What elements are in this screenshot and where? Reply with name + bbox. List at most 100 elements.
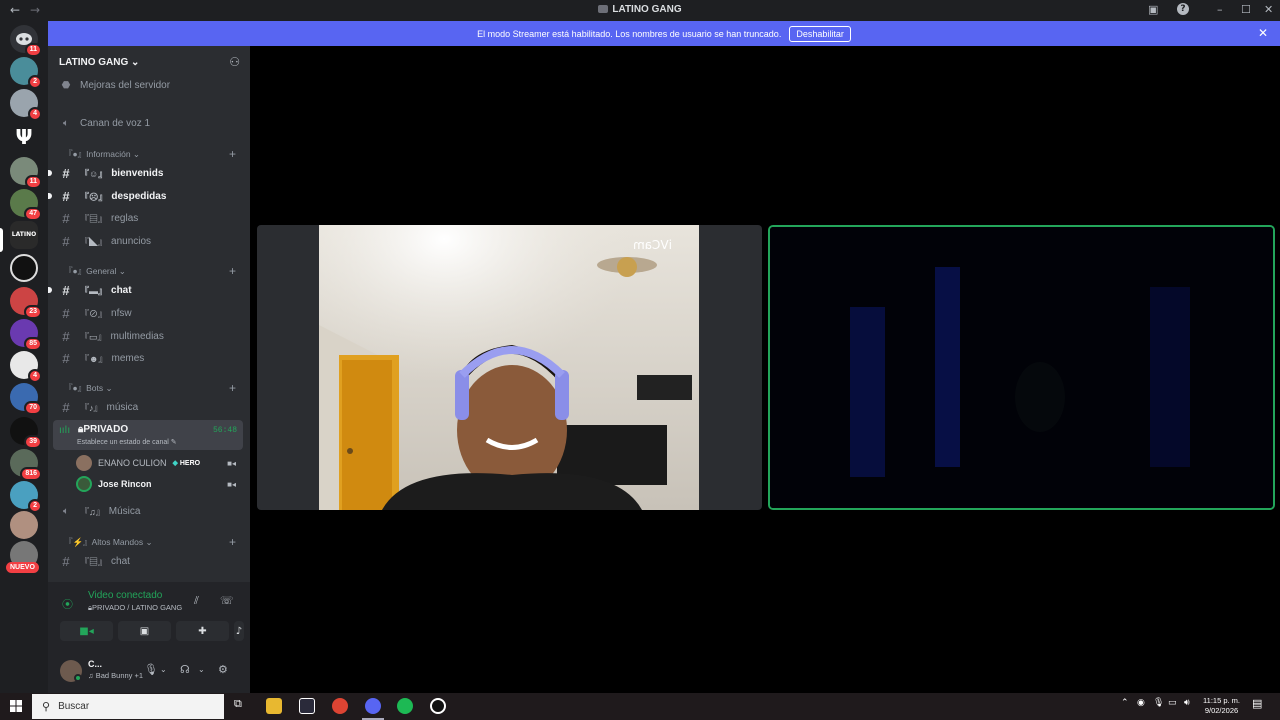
file-explorer-icon[interactable] bbox=[266, 698, 282, 714]
screen-share-button[interactable]: ▣ bbox=[118, 621, 171, 641]
category-general[interactable]: 『●』General ⌄ + bbox=[56, 263, 242, 279]
server-icon[interactable]: 70 bbox=[10, 383, 42, 415]
network-icon[interactable]: ▭ bbox=[1168, 698, 1177, 708]
voice-channel-privado[interactable]: ıılı 🔒︎PRIVADO Establece un estado de ca… bbox=[53, 420, 243, 450]
dark-webcam-feed bbox=[770, 227, 1273, 508]
help-icon[interactable]: ? bbox=[1177, 3, 1189, 15]
server-icon[interactable]: 47 bbox=[10, 189, 42, 221]
noise-suppression-icon[interactable]: ⫽ bbox=[194, 594, 199, 608]
maximize-button[interactable]: ☐ bbox=[1241, 3, 1251, 16]
video-tile-jose[interactable]: iVCam bbox=[257, 225, 762, 510]
windows-start-icon[interactable] bbox=[10, 700, 22, 712]
channel-multimedias[interactable]: # 『▭』 multimedias bbox=[56, 326, 242, 346]
call-timer: 56:48 bbox=[212, 426, 237, 435]
invite-icon[interactable]: ⚇ bbox=[229, 55, 240, 69]
disable-streamer-button[interactable]: Deshabilitar bbox=[789, 25, 851, 42]
server-icon[interactable]: 2 bbox=[10, 57, 42, 89]
category-altos-mandos[interactable]: 『⚡』Altos Mandos ⌄ + bbox=[56, 534, 242, 550]
camera-tray-icon[interactable]: ◉ bbox=[1137, 698, 1145, 708]
channel-musica[interactable]: # 『♪』 música bbox=[56, 397, 242, 417]
window-title: LATINO GANG bbox=[0, 4, 1280, 15]
server-icon[interactable] bbox=[10, 511, 38, 539]
voice-user[interactable]: ENANO CULION ◆ HERO ■◂ bbox=[76, 453, 242, 473]
activities-button[interactable]: ✚ bbox=[176, 621, 229, 641]
server-icon[interactable]: 4 bbox=[10, 351, 42, 383]
direct-messages-icon[interactable]: 11 bbox=[10, 25, 42, 57]
channel-bienvenids[interactable]: # 『☺』 bienvenids bbox=[48, 163, 242, 183]
add-channel-icon[interactable]: + bbox=[229, 381, 236, 395]
voice-user[interactable]: Jose Rincon ■◂ bbox=[76, 474, 242, 494]
category-bots[interactable]: 『●』Bots ⌄ + bbox=[56, 380, 242, 396]
server-boosts[interactable]: ⬣ Mejoras del servidor bbox=[56, 75, 242, 95]
hash-icon: # bbox=[62, 210, 70, 226]
channel-anuncios[interactable]: # 『◣』 anuncios bbox=[56, 231, 242, 251]
category-label: 『●』Bots ⌄ bbox=[64, 383, 113, 393]
soundboard-button[interactable]: ♪ bbox=[234, 621, 244, 641]
close-window-button[interactable]: ✕ bbox=[1264, 3, 1273, 16]
chevron-up-icon[interactable]: ⌃ bbox=[1121, 698, 1129, 708]
camera-icon: ■◂ bbox=[227, 479, 236, 489]
notifications-icon[interactable]: ▤ bbox=[1252, 697, 1262, 710]
channel-chat-altos[interactable]: # 『▤』 chat bbox=[56, 551, 242, 571]
server-rail: 11 2 4 Ψ 11 47 LATINO 23 85 4 70 39 816 … bbox=[0, 21, 48, 693]
windows-taskbar: ⚲ Buscar ⧉ ⌃ ◉ 🎙︎ ▭ 🔊︎ 11:15 p. m. 9/02/20… bbox=[0, 693, 1280, 720]
server-icon[interactable]: 85 bbox=[10, 319, 42, 351]
video-tile-active-speaker[interactable] bbox=[768, 225, 1275, 510]
clan-tag-icon: ◆ bbox=[172, 460, 178, 467]
channel-nfsw[interactable]: # 『⊘』 nfsw bbox=[56, 303, 242, 323]
mention-badge: 4 bbox=[28, 369, 42, 383]
channel-chat[interactable]: # 『▬』 chat bbox=[48, 280, 242, 300]
mention-badge: 2 bbox=[28, 75, 42, 89]
chevron-down-icon[interactable]: ⌄ bbox=[160, 665, 167, 674]
server-icon[interactable]: 4 bbox=[10, 89, 42, 121]
discord-taskbar-icon[interactable] bbox=[365, 698, 381, 714]
minimize-button[interactable]: – bbox=[1217, 3, 1223, 16]
disconnect-icon[interactable]: ☏ bbox=[220, 594, 234, 607]
server-icon[interactable]: 23 bbox=[10, 287, 42, 319]
emoji-icon: 『☺』 bbox=[80, 168, 108, 179]
headphones-icon[interactable]: ☊ bbox=[180, 663, 190, 676]
add-channel-icon[interactable]: + bbox=[229, 264, 236, 278]
channel-despedidas[interactable]: # 『☹』 despedidas bbox=[48, 186, 242, 206]
channel-memes[interactable]: # 『☻』 memes bbox=[56, 348, 242, 368]
title-bar: ← → LATINO GANG ▣ ? – ☐ ✕ bbox=[0, 0, 1280, 21]
chrome-icon[interactable] bbox=[332, 698, 348, 714]
channel-status[interactable]: Establece un estado de canal ✎ bbox=[77, 438, 177, 446]
add-channel-icon[interactable]: + bbox=[229, 147, 236, 161]
server-icon[interactable]: 816 bbox=[10, 449, 42, 481]
add-channel-icon[interactable]: + bbox=[229, 535, 236, 549]
taskbar-search-input[interactable]: ⚲ Buscar bbox=[32, 694, 224, 719]
server-icon[interactable] bbox=[10, 254, 38, 282]
store-icon[interactable] bbox=[299, 698, 315, 714]
microphone-icon[interactable]: 🎙︎ bbox=[144, 663, 158, 676]
voice-channel[interactable]: 🔈︎ Canan de voz 1 bbox=[56, 113, 242, 133]
spotify-icon[interactable] bbox=[397, 698, 413, 714]
close-icon[interactable]: ✕ bbox=[1258, 26, 1268, 40]
category-informacion[interactable]: 『●』Información ⌄ + bbox=[56, 146, 242, 162]
server-icon[interactable]: Ψ bbox=[10, 123, 38, 151]
emoji-icon: 『▬』 bbox=[80, 285, 108, 296]
settings-gear-icon[interactable]: ⚙ bbox=[218, 663, 228, 676]
user-activity: ♫ Bad Bunny +1 bbox=[88, 671, 144, 680]
channel-reglas[interactable]: # 『▤』 reglas bbox=[56, 208, 242, 228]
server-icon[interactable]: 39 bbox=[10, 417, 42, 449]
mention-badge: 4 bbox=[28, 107, 42, 121]
camera-button[interactable]: ■◂ bbox=[60, 621, 113, 641]
server-icon[interactable]: 11 bbox=[10, 157, 42, 189]
inbox-icon[interactable]: ▣ bbox=[1148, 3, 1158, 16]
system-clock[interactable]: 11:15 p. m. 9/02/2026 bbox=[1203, 696, 1240, 716]
connection-channel[interactable]: 🔒︎PRIVADO / LATINO GANG bbox=[88, 603, 182, 613]
app-icon[interactable] bbox=[430, 698, 446, 714]
server-icon-latino-gang[interactable]: LATINO bbox=[10, 221, 38, 249]
search-icon: ⚲ bbox=[42, 701, 51, 713]
signal-icon[interactable]: ⦿ bbox=[62, 596, 73, 612]
server-icon[interactable]: 2 bbox=[10, 481, 42, 513]
volume-icon[interactable]: 🔊︎ bbox=[1184, 698, 1190, 708]
task-view-icon[interactable]: ⧉ bbox=[234, 697, 242, 711]
microphone-tray-icon[interactable]: 🎙︎ bbox=[1153, 698, 1164, 708]
channel-icon bbox=[598, 5, 609, 13]
username: C... bbox=[88, 659, 103, 669]
voice-channel-musica[interactable]: 🔈︎ 『♫』 Música bbox=[56, 501, 242, 521]
chevron-down-icon[interactable]: ⌄ bbox=[198, 665, 205, 674]
banner-text: El modo Streamer está habilitado. Los no… bbox=[477, 28, 782, 39]
